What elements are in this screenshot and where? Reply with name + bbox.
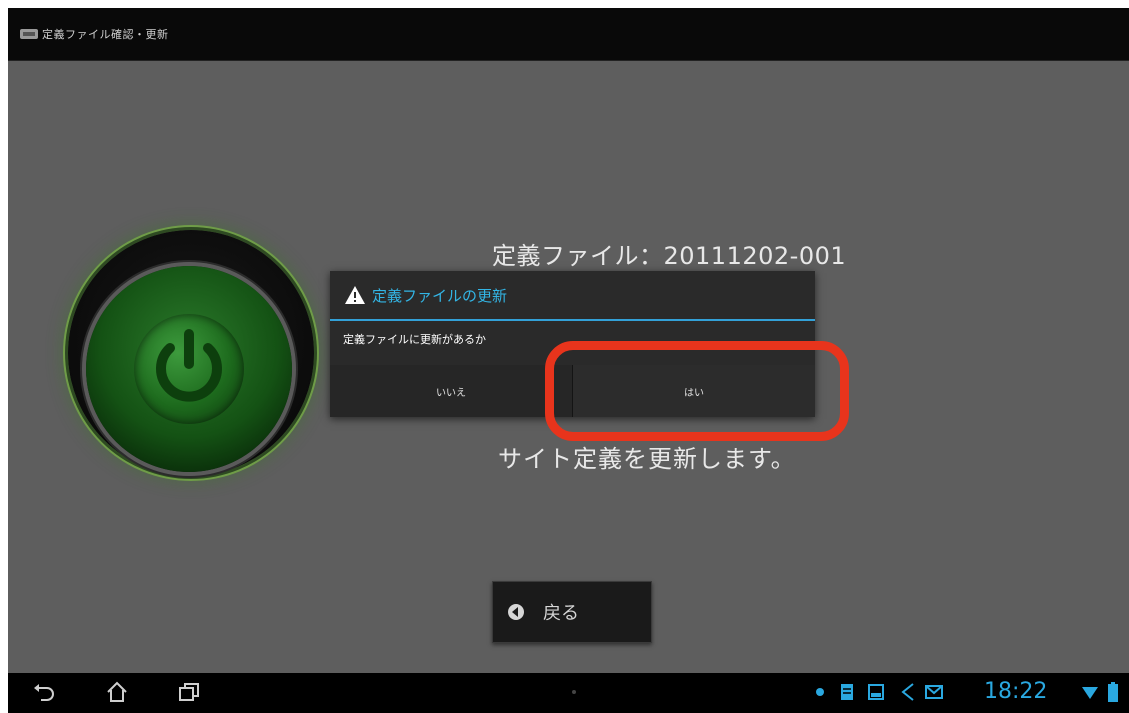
home-nav-icon[interactable] — [106, 681, 128, 703]
document-icon[interactable] — [840, 683, 854, 701]
status-clock[interactable]: 18:22 — [984, 679, 1047, 704]
warning-icon — [345, 286, 365, 304]
battery-icon — [1108, 682, 1118, 702]
back-nav-icon[interactable] — [33, 684, 57, 702]
app-icon — [20, 29, 38, 39]
usb-debug-icon[interactable] — [901, 682, 915, 702]
system-navigation-bar: 18:22 — [8, 673, 1129, 713]
dialog-title: 定義ファイルの更新 — [372, 286, 508, 305]
back-button[interactable]: 戻る — [492, 581, 652, 643]
back-button-label: 戻る — [543, 603, 579, 624]
highlight-annotation — [545, 341, 849, 441]
wifi-icon — [1082, 687, 1098, 699]
power-icon — [134, 314, 244, 424]
definition-file-version: 定義ファイル：20111202-001 — [492, 242, 847, 270]
no-button[interactable]: いいえ — [330, 365, 573, 417]
title-bar: 定義ファイル確認・更新 — [8, 8, 1129, 61]
mail-icon[interactable] — [925, 685, 943, 699]
recent-apps-icon[interactable] — [178, 681, 200, 703]
back-arrow-icon — [508, 604, 524, 620]
screenshot-icon[interactable] — [868, 684, 884, 700]
app-window: 定義ファイル確認・更新 定義ファイル：20111202-001 サイト定義を更新… — [8, 8, 1129, 713]
status-dot-icon — [816, 688, 824, 696]
notification-dot-icon — [572, 690, 576, 694]
dialog-header: 定義ファイルの更新 — [330, 271, 815, 321]
window-title: 定義ファイル確認・更新 — [42, 28, 169, 41]
site-definition-message: サイト定義を更新します。 — [498, 445, 796, 473]
logo-ring — [86, 266, 292, 472]
security-logo — [68, 230, 314, 476]
